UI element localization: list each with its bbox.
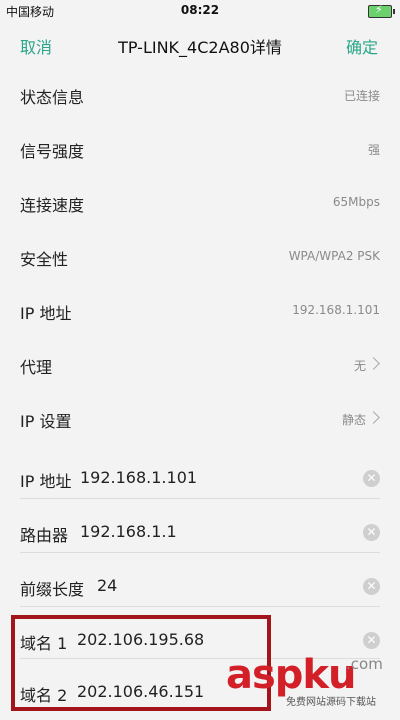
field-label: 路由器 — [20, 526, 69, 545]
status-bar: 中国移动 08:22 ⚡ — [0, 0, 400, 22]
page-title: TP-LINK_4C2A80详情 — [118, 38, 282, 57]
info-label: 信号强度 — [20, 142, 85, 161]
battery-icon: ⚡ — [368, 3, 395, 18]
chevron-right-icon — [367, 411, 380, 424]
info-row-ip: IP 地址 192.168.1.101 — [0, 284, 400, 338]
gateway-input[interactable]: 192.168.1.1 — [80, 522, 177, 541]
info-row-ip-settings[interactable]: IP 设置 静态 — [0, 392, 400, 446]
title-bar: 取消 TP-LINK_4C2A80详情 确定 — [0, 22, 400, 66]
field-label: 前缀长度 — [20, 580, 85, 599]
clear-icon[interactable]: ✕ — [363, 578, 380, 595]
info-row-proxy[interactable]: 代理 无 — [0, 338, 400, 392]
info-row-status: 状态信息 已连接 — [0, 68, 400, 122]
info-value: 静态 — [341, 413, 366, 427]
info-value: 已连接 — [343, 89, 380, 103]
watermark-logo: aspku — [226, 652, 357, 698]
chevron-right-icon — [367, 357, 380, 370]
info-value: 65Mbps — [332, 195, 380, 209]
info-label: IP 设置 — [20, 412, 72, 431]
divider — [20, 498, 380, 499]
watermark-suffix: .com — [346, 655, 383, 673]
watermark-subtitle: 免费网站源码下载站 — [286, 697, 376, 708]
info-label: 代理 — [20, 358, 53, 377]
clear-icon[interactable]: ✕ — [363, 524, 380, 541]
info-value: 192.168.1.101 — [292, 303, 380, 317]
info-value: 强 — [367, 143, 380, 157]
info-value: WPA/WPA2 PSK — [288, 249, 380, 263]
confirm-button[interactable]: 确定 — [346, 34, 378, 58]
info-label: 状态信息 — [20, 88, 85, 107]
info-row-speed: 连接速度 65Mbps — [0, 176, 400, 230]
status-time: 08:22 — [180, 3, 220, 17]
divider — [20, 552, 380, 553]
divider — [20, 606, 380, 607]
info-label: IP 地址 — [20, 304, 72, 323]
info-row-security: 安全性 WPA/WPA2 PSK — [0, 230, 400, 284]
clear-icon[interactable]: ✕ — [363, 632, 380, 649]
info-label: 连接速度 — [20, 196, 85, 215]
prefix-length-input[interactable]: 24 — [97, 576, 117, 595]
info-label: 安全性 — [20, 250, 69, 269]
info-row-signal: 信号强度 强 — [0, 122, 400, 176]
ip-address-input[interactable]: 192.168.1.101 — [80, 468, 197, 487]
clear-icon[interactable]: ✕ — [363, 470, 380, 487]
info-value: 无 — [353, 359, 366, 373]
field-label: IP 地址 — [20, 472, 72, 491]
